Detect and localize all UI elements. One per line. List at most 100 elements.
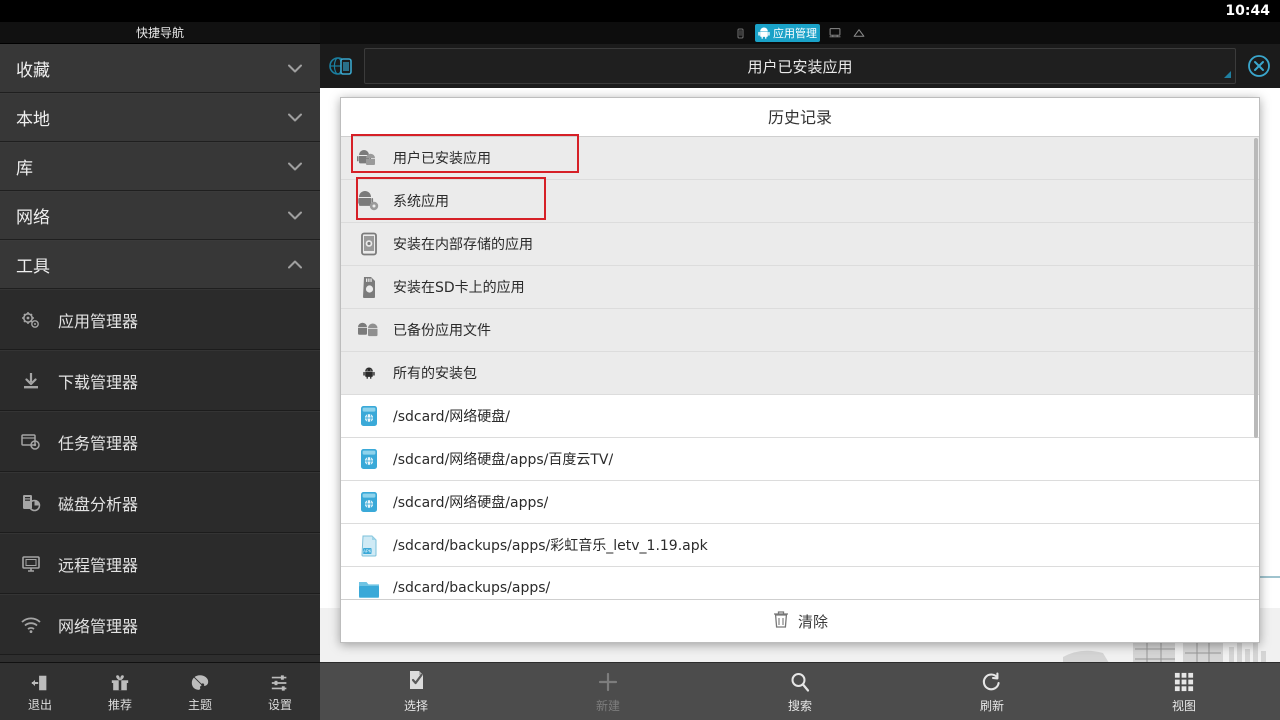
sidebar-group-label: 网络 [16, 208, 50, 228]
sidebar-tools-list: 应用管理器下载管理器任务管理器磁盘分析器远程管理器网络管理器 [0, 289, 320, 655]
address-bar[interactable]: 用户已安装应用 [364, 48, 1236, 84]
history-row-label: /sdcard/网络硬盘/apps/百度云TV/ [393, 452, 614, 468]
history-row-label: /sdcard/网络硬盘/ [393, 409, 511, 425]
history-row-label: 所有的安装包 [393, 366, 477, 382]
sidebar-item-5[interactable]: 远程管理器 [0, 533, 320, 594]
clear-history-label: 清除 [797, 612, 828, 631]
netdisk-folder-icon [357, 490, 381, 514]
sidebar-bottom-label: 主题 [187, 697, 212, 712]
sidebar-item-label: 远程管理器 [58, 555, 139, 575]
sidebar-group-0[interactable]: 收藏 [0, 44, 320, 93]
sidebar-item-label: 网络管理器 [58, 616, 139, 636]
history-row-label: /sdcard/backups/apps/ [393, 580, 551, 596]
svg-text:APK: APK [363, 549, 372, 554]
tab-3[interactable] [850, 26, 868, 40]
sidebar-group-label: 本地 [16, 110, 50, 130]
chevron-down-icon[interactable] [286, 109, 304, 127]
address-value: 用户已安装应用 [747, 57, 853, 76]
sidebar-item-label: 下载管理器 [58, 372, 139, 392]
computer-icon [829, 27, 841, 39]
sidebar-bottom-exit[interactable]: 退出 [0, 663, 80, 720]
history-row-10[interactable]: /sdcard/backups/apps/ [341, 567, 1259, 599]
sidebar-bottom-bar: 退出 推荐 主题 设置 [0, 662, 320, 720]
cloud-icon [853, 27, 865, 39]
clear-history-button[interactable]: 清除 [341, 599, 1259, 642]
tab-label: 应用管理 [773, 27, 817, 40]
android-double-icon [357, 318, 381, 342]
gift-icon [110, 671, 130, 693]
sidebar-group-1[interactable]: 本地 [0, 93, 320, 142]
globe-device-icon[interactable] [320, 44, 362, 88]
history-row-7[interactable]: /sdcard/网络硬盘/apps/百度云TV/ [341, 438, 1259, 481]
android-apps-icon [357, 146, 381, 170]
sidebar-item-4[interactable]: 磁盘分析器 [0, 472, 320, 533]
history-row-6[interactable]: /sdcard/网络硬盘/ [341, 395, 1259, 438]
chevron-down-icon[interactable] [286, 207, 304, 225]
main-bottom-bar: 选择 新建 搜索 刷新 视图 [320, 662, 1280, 720]
toolbar-refresh[interactable]: 刷新 [896, 663, 1088, 720]
history-row-label: 安装在内部存储的应用 [393, 237, 533, 253]
history-row-label: /sdcard/网络硬盘/apps/ [393, 495, 549, 511]
chevron-down-icon[interactable] [286, 158, 304, 176]
dialog-title: 历史记录 [341, 98, 1259, 137]
exit-icon [30, 671, 50, 693]
phone-icon [735, 27, 746, 40]
android-icon [758, 27, 770, 39]
tab-0[interactable] [732, 26, 749, 41]
sidebar-group-label: 工具 [16, 257, 50, 277]
history-row-label: 系统应用 [393, 194, 449, 210]
history-row-1[interactable]: 系统应用 [341, 180, 1259, 223]
history-row-label: 已备份应用文件 [393, 323, 491, 339]
sidebar-group-label: 库 [16, 159, 33, 179]
dialog-row-list: 用户已安装应用系统应用安装在内部存储的应用安装在SD卡上的应用已备份应用文件 所有… [341, 137, 1259, 599]
history-row-8[interactable]: /sdcard/网络硬盘/apps/ [341, 481, 1259, 524]
sidebar-group-3[interactable]: 网络 [0, 191, 320, 240]
download-icon [18, 368, 44, 394]
sidebar-item-label: 应用管理器 [58, 311, 139, 331]
toolbar-grid-view[interactable]: 视图 [1088, 663, 1280, 720]
dialog-scrollbar[interactable] [1254, 138, 1258, 438]
close-circle-icon[interactable] [1238, 44, 1280, 88]
toolbar-select-check[interactable]: 选择 [320, 663, 512, 720]
search-icon [789, 669, 811, 693]
sidebar-bottom-gift[interactable]: 推荐 [80, 663, 160, 720]
tab-2[interactable] [826, 26, 844, 40]
android-icon [357, 361, 381, 385]
history-row-2[interactable]: 安装在内部存储的应用 [341, 223, 1259, 266]
resize-corner-icon [1224, 71, 1231, 78]
sidebar-bottom-sliders[interactable]: 设置 [240, 663, 320, 720]
monitor-icon [18, 551, 44, 577]
chevron-up-icon[interactable] [286, 256, 304, 274]
sidebar-bottom-label: 推荐 [107, 697, 132, 712]
sidebar-group-4[interactable]: 工具 [0, 240, 320, 289]
history-row-0[interactable]: 用户已安装应用 [341, 137, 1259, 180]
toolbar-search[interactable]: 搜索 [704, 663, 896, 720]
select-check-icon [405, 669, 427, 693]
sidebar-item-6[interactable]: 网络管理器 [0, 594, 320, 655]
sidebar-group-2[interactable]: 库 [0, 142, 320, 191]
sidebar-item-label: 任务管理器 [58, 433, 139, 453]
sdcard-icon [357, 275, 381, 299]
toolbar-label: 新建 [595, 699, 620, 713]
sidebar-header: 快捷导航 [0, 22, 320, 44]
status-bar: 10:44 [0, 0, 1280, 22]
sidebar-bottom-label: 设置 [267, 697, 292, 712]
history-row-3[interactable]: 安装在SD卡上的应用 [341, 266, 1259, 309]
history-row-4[interactable]: 已备份应用文件 [341, 309, 1259, 352]
palette-icon [190, 671, 210, 693]
apk-file-icon: APK [357, 533, 381, 557]
sidebar-item-3[interactable]: 任务管理器 [0, 411, 320, 472]
sidebar-item-2[interactable]: 下载管理器 [0, 350, 320, 411]
sidebar-bottom-palette[interactable]: 主题 [160, 663, 240, 720]
netdisk-folder-icon [357, 404, 381, 428]
sidebar-item-1[interactable]: 应用管理器 [0, 289, 320, 350]
tab-1[interactable]: 应用管理 [755, 24, 820, 42]
grid-view-icon [1173, 669, 1195, 693]
history-row-label: /sdcard/backups/apps/彩虹音乐_letv_1.19.apk [393, 538, 708, 554]
history-row-5[interactable]: 所有的安装包 [341, 352, 1259, 395]
window-gear-icon [18, 429, 44, 455]
history-row-9[interactable]: APK/sdcard/backups/apps/彩虹音乐_letv_1.19.a… [341, 524, 1259, 567]
chevron-down-icon[interactable] [286, 59, 304, 77]
android-gear-icon [357, 189, 381, 213]
status-clock: 10:44 [1225, 3, 1270, 19]
